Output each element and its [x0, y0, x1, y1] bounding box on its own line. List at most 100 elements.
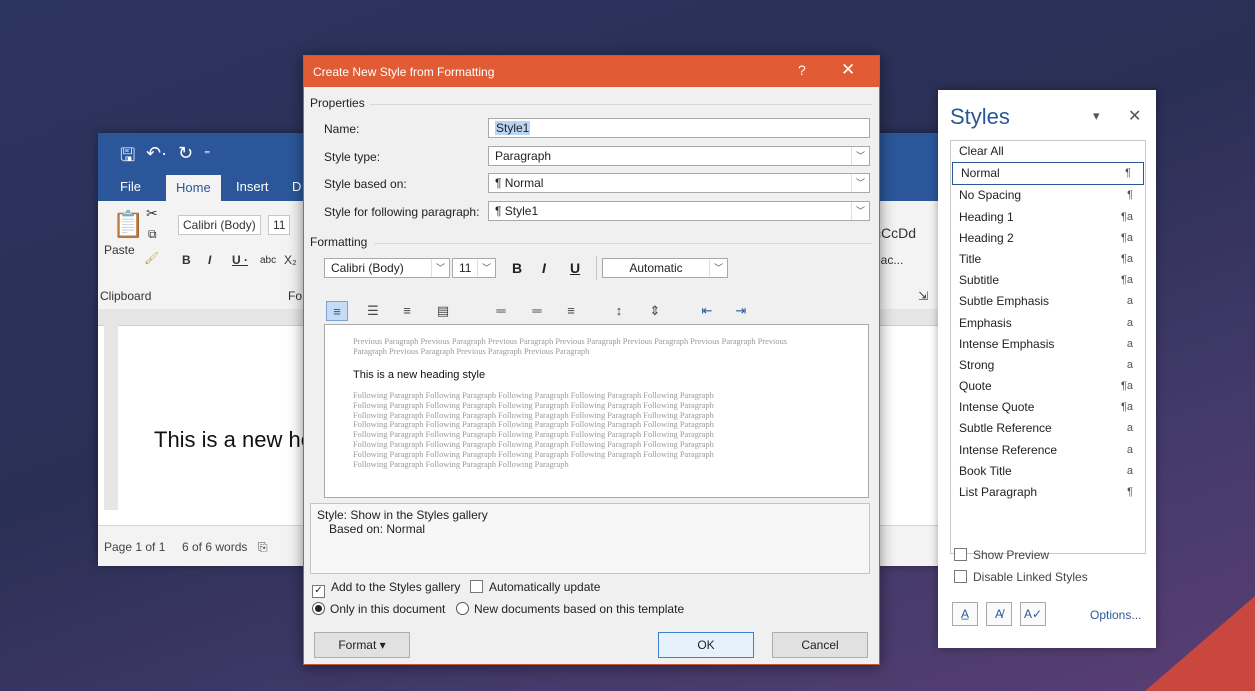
- style-item[interactable]: Heading 1 ¶a: [951, 207, 1145, 228]
- pane-close-button[interactable]: ✕: [1128, 106, 1141, 126]
- font-color-select[interactable]: Automatic ﹀: [602, 258, 728, 278]
- tab-file[interactable]: File: [120, 179, 141, 194]
- bold-icon[interactable]: B: [182, 253, 191, 267]
- style-item-label: Strong: [959, 357, 995, 372]
- style-type-icon: a: [1126, 316, 1133, 329]
- format-painter-icon[interactable]: 🖌: [144, 251, 159, 265]
- tab-home[interactable]: Home: [166, 175, 221, 201]
- decrease-spacing-icon[interactable]: ⇕: [644, 301, 666, 321]
- name-value: Style1: [495, 121, 531, 135]
- cut-icon[interactable]: ✂: [146, 205, 158, 222]
- double-spacing-icon[interactable]: ≡: [560, 301, 582, 321]
- style-inspector-icon[interactable]: A̸: [986, 602, 1012, 626]
- name-field[interactable]: Style1: [488, 118, 870, 138]
- align-left-icon[interactable]: ≡: [326, 301, 348, 321]
- style-item[interactable]: Clear All: [951, 141, 1145, 162]
- pane-options-dropdown[interactable]: ▾: [1093, 108, 1100, 124]
- one-half-spacing-icon[interactable]: ═: [526, 301, 548, 321]
- manage-styles-icon[interactable]: A✓: [1020, 602, 1046, 626]
- redo-icon[interactable]: ↻: [178, 143, 193, 164]
- font-name-select[interactable]: Calibri (Body) ﹀: [324, 258, 450, 278]
- align-center-icon[interactable]: ☰: [362, 301, 384, 321]
- new-style-icon[interactable]: A̲: [952, 602, 978, 626]
- only-this-document-label: Only in this document: [330, 602, 446, 616]
- style-item-label: No Spacing: [959, 188, 1022, 203]
- font-size-box[interactable]: 11: [268, 215, 291, 235]
- document-text[interactable]: This is a new he: [154, 427, 313, 453]
- italic-icon[interactable]: I: [208, 253, 211, 267]
- italic-button[interactable]: I: [542, 260, 546, 276]
- tab-insert[interactable]: Insert: [236, 179, 269, 194]
- toolbar-divider: [596, 256, 597, 280]
- preview-following-line: Following Paragraph Following Paragraph …: [353, 420, 714, 430]
- tab-design[interactable]: D: [292, 179, 301, 194]
- auto-update-checkbox[interactable]: Automatically update: [470, 580, 600, 594]
- dialog-launcher-icon[interactable]: ⇲: [918, 289, 928, 303]
- style-type-icon: ¶: [1127, 189, 1133, 202]
- chevron-down-icon: ﹀: [709, 259, 727, 277]
- preview-following-line: Following Paragraph Following Paragraph …: [353, 449, 714, 459]
- style-item[interactable]: Subtle Reference a: [951, 418, 1145, 439]
- style-gallery-item-1[interactable]: cCcDd: [874, 225, 916, 241]
- style-item[interactable]: Quote ¶a: [951, 376, 1145, 397]
- customize-qa-icon[interactable]: ⁼: [204, 147, 210, 161]
- style-item[interactable]: Emphasis a: [951, 313, 1145, 334]
- styles-pane: Styles ▾ ✕ Clear All Normal ¶ No Spacing ¶ He…: [938, 90, 1156, 648]
- align-right-icon[interactable]: ≡: [396, 301, 418, 321]
- style-item[interactable]: Intense Emphasis a: [951, 334, 1145, 355]
- based-on-select[interactable]: ¶ Normal ﹀: [488, 173, 870, 193]
- bold-button[interactable]: B: [512, 260, 522, 276]
- new-documents-radio[interactable]: New documents based on this template: [456, 602, 684, 616]
- style-item-label: Heading 2: [959, 230, 1014, 245]
- only-this-document-radio[interactable]: Only in this document: [312, 602, 445, 616]
- options-link[interactable]: Options...: [1090, 608, 1141, 622]
- show-preview-checkbox[interactable]: Show Preview: [954, 548, 1049, 562]
- style-type-icon: a: [1126, 422, 1133, 435]
- increase-spacing-icon[interactable]: ↕: [608, 301, 630, 321]
- undo-icon[interactable]: ↶·: [146, 143, 167, 164]
- style-item[interactable]: Strong a: [951, 355, 1145, 376]
- style-item[interactable]: Heading 2 ¶a: [951, 228, 1145, 249]
- font-size-select[interactable]: 11 ﹀: [452, 258, 496, 278]
- dialog-close-button[interactable]: ✕: [841, 60, 855, 80]
- ok-button[interactable]: OK: [658, 632, 754, 658]
- style-item[interactable]: List Paragraph ¶: [951, 482, 1145, 503]
- style-item[interactable]: Normal ¶: [952, 162, 1144, 186]
- style-item[interactable]: Intense Reference a: [951, 440, 1145, 461]
- disable-linked-checkbox[interactable]: Disable Linked Styles: [954, 570, 1088, 584]
- style-item[interactable]: Intense Quote ¶a: [951, 397, 1145, 418]
- following-paragraph-label: Style for following paragraph:: [324, 205, 480, 219]
- justify-icon[interactable]: ▤: [432, 301, 454, 321]
- page-count[interactable]: Page 1 of 1: [104, 540, 165, 554]
- underline-icon[interactable]: U ·: [232, 253, 248, 267]
- cancel-button[interactable]: Cancel: [772, 632, 868, 658]
- subscript-icon[interactable]: X₂: [284, 253, 297, 267]
- style-item-label: Subtle Reference: [959, 421, 1052, 436]
- style-item[interactable]: Book Title a: [951, 461, 1145, 482]
- style-type-select[interactable]: Paragraph ﹀: [488, 146, 870, 166]
- style-item-label: Heading 1: [959, 209, 1014, 224]
- style-item[interactable]: No Spacing ¶: [951, 185, 1145, 206]
- style-item[interactable]: Title ¶a: [951, 249, 1145, 270]
- increase-indent-icon[interactable]: ⇥: [730, 301, 752, 321]
- style-type-value: Paragraph: [495, 149, 552, 163]
- following-paragraph-select[interactable]: ¶ Style1 ﹀: [488, 201, 870, 221]
- strikethrough-icon[interactable]: abc: [260, 255, 276, 266]
- save-icon[interactable]: 🖫: [120, 143, 135, 173]
- underline-button[interactable]: U: [570, 260, 580, 276]
- proofing-icon[interactable]: ⎘: [258, 540, 268, 555]
- word-count[interactable]: 6 of 6 words: [182, 540, 247, 554]
- font-name-box[interactable]: Calibri (Body): [178, 215, 261, 235]
- preview-following-line: Following Paragraph Following Paragraph …: [353, 410, 714, 420]
- single-spacing-icon[interactable]: ═: [490, 301, 512, 321]
- help-button[interactable]: ?: [798, 62, 806, 78]
- copy-icon[interactable]: ⧉: [148, 227, 157, 242]
- paste-icon[interactable]: 📋: [112, 209, 144, 240]
- format-button[interactable]: Format ▾: [314, 632, 410, 658]
- paste-label[interactable]: Paste: [104, 243, 135, 257]
- add-to-gallery-checkbox[interactable]: ✓ Add to the Styles gallery: [312, 580, 460, 598]
- style-item[interactable]: Subtle Emphasis a: [951, 291, 1145, 312]
- decrease-indent-icon[interactable]: ⇤: [696, 301, 718, 321]
- based-on-value: ¶ Normal: [495, 176, 544, 190]
- style-item[interactable]: Subtitle ¶a: [951, 270, 1145, 291]
